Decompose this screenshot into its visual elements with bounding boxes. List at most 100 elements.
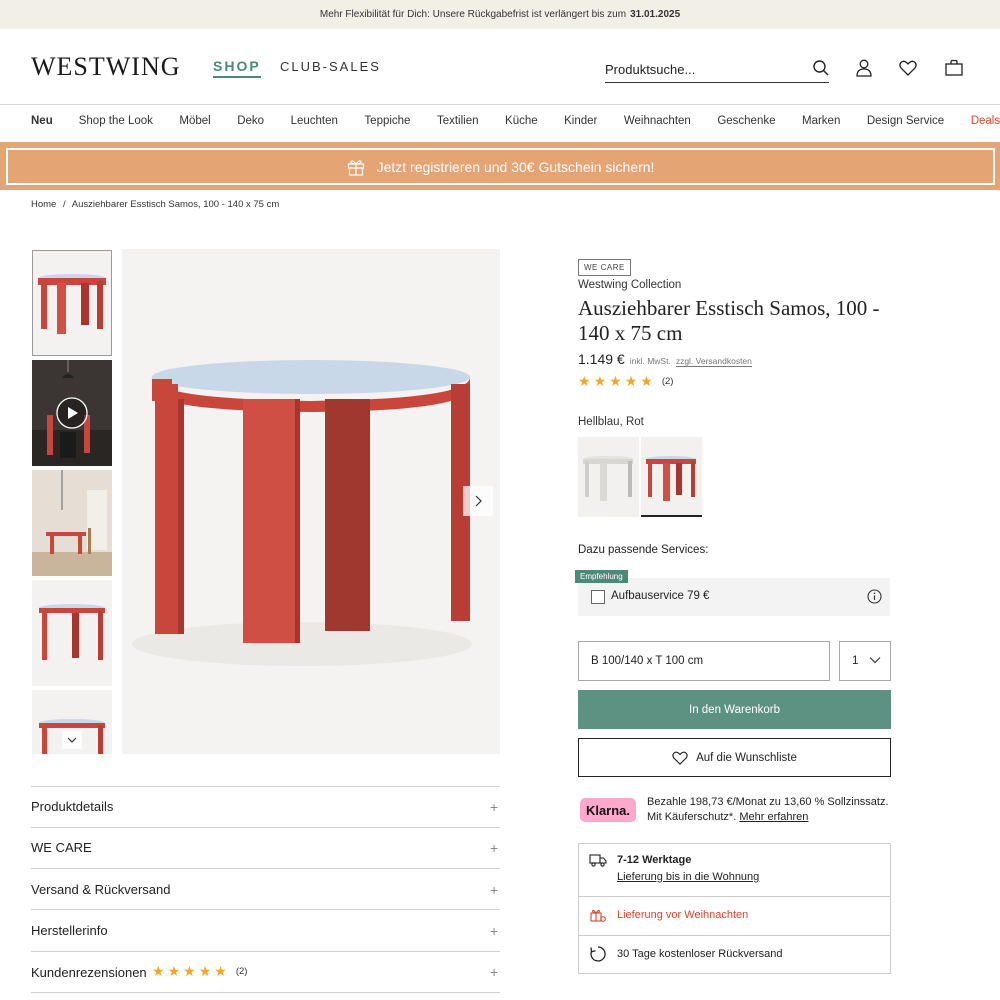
nav-item-marken[interactable]: Marken [802,115,840,127]
star-icon: ★ [609,373,622,389]
price-tax-note: inkl. MwSt. [629,356,671,366]
heart-icon [672,751,688,765]
announcement-date: 31.01.2025 [630,9,681,20]
recommendation-badge: Empfehlung [575,570,628,583]
white-table-swatch-image [583,456,633,501]
nav-item-leuchten[interactable]: Leuchten [291,115,338,127]
promo-banner-link[interactable]: Jetzt registrieren und 30€ Gutschein sic… [6,148,995,185]
add-to-cart-button[interactable]: In den Warenkorb [578,690,891,729]
delivery-divider [579,935,890,936]
thumbnail-3[interactable] [32,470,112,576]
nav-item-deals[interactable]: Deals [971,115,1000,127]
announcement-bar: Mehr Flexibilität für Dich: Unsere Rückg… [0,0,1000,29]
klarna-learn-more-link[interactable]: Mehr erfahren [739,811,808,823]
accordion-kundenrezensionen[interactable]: Kundenrezensionen [31,965,147,980]
westwing-logo[interactable]: WESTWING [31,52,181,82]
return-icon [590,946,606,962]
nav-item-textilien[interactable]: Textilien [437,115,479,127]
breadcrumb-home[interactable]: Home [31,199,56,210]
search-input[interactable]: Produktsuche... [605,56,829,83]
tab-shop[interactable]: SHOP [213,58,261,78]
product-brand[interactable]: Westwing Collection [578,279,681,291]
nav-item-kinder[interactable]: Kinder [564,115,597,127]
table-thumbnail-image [39,604,105,660]
plus-icon[interactable]: + [490,924,498,938]
klarna-info: Bezahle 198,73 €/Monat zu 13,60 % Sollzi… [647,795,897,825]
nav-item-neu[interactable]: Neu [31,115,53,127]
size-select[interactable]: B 100/140 x T 100 cm [578,641,830,681]
star-icon: ★ [167,963,181,979]
dining-table-image [132,360,472,666]
accordion-versand[interactable]: Versand & Rückversand [31,882,170,897]
star-icon: ★ [624,373,638,389]
accordion-divider [31,951,500,952]
delivery-time: 7-12 Werktage [617,854,692,866]
plus-icon[interactable]: + [490,965,498,979]
star-icon: ★ [214,963,227,979]
variant-swatch-red[interactable] [641,437,702,517]
accordion-divider [31,992,500,993]
main-nav: Neu Shop the Look Möbel Deko Leuchten Te… [31,115,1000,127]
variant-swatch-white[interactable] [578,437,639,517]
accordion-herstellerinfo[interactable]: Herstellerinfo [31,923,108,938]
search-icon[interactable] [813,60,829,76]
table-thumbnail-image [38,274,106,334]
nav-item-moebel[interactable]: Möbel [179,115,210,127]
accordion-divider [31,786,500,787]
truck-icon [589,854,607,867]
assembly-service-label[interactable]: Aufbauservice 79 € [611,590,709,602]
assembly-service-checkbox[interactable] [591,590,605,604]
delivery-details-link[interactable]: Lieferung bis in die Wohnung [617,871,759,883]
user-icon[interactable] [855,59,873,77]
price-row: 1.149 € inkl. MwSt. zzgl. Versandkosten [578,351,752,367]
product-rating[interactable]: ★ ★ ★ ★ ★ (2) [578,374,673,388]
main-product-image[interactable] [122,249,500,754]
thumbnail-1[interactable] [32,250,112,356]
chevron-down-icon[interactable] [62,731,82,749]
info-icon[interactable] [867,589,882,604]
variant-label: Hellblau, Rot [578,416,644,428]
plus-icon[interactable]: + [490,841,498,855]
plus-icon[interactable]: + [490,883,498,897]
returns-text: 30 Tage kostenloser Rückversand [617,948,783,960]
red-table-swatch-image [646,456,696,501]
next-image-button[interactable] [463,486,493,516]
breadcrumb-current: Ausziehbarer Esstisch Samos, 100 - 140 x… [71,199,280,210]
accordion-divider [31,909,500,910]
nav-item-weihnachten[interactable]: Weihnachten [624,115,691,127]
gift-delivery-icon [590,909,606,922]
nav-item-deko[interactable]: Deko [237,115,264,127]
klarna-logo: Klarna. [580,798,636,822]
star-icon: ★ [593,373,607,389]
star-icon: ★ [152,963,165,979]
chevron-right-icon [475,495,482,507]
breadcrumb-separator: / [62,199,66,210]
accordion-produktdetails[interactable]: Produktdetails [31,799,113,814]
star-icon: ★ [183,963,196,979]
plus-icon[interactable]: + [490,800,498,814]
thumbnail-4[interactable] [32,580,112,686]
tab-club-sales[interactable]: CLUB-SALES [280,59,381,74]
services-label: Dazu passende Services: [578,544,709,556]
play-icon[interactable] [56,397,88,429]
accordion-review-count: (2) [235,965,248,977]
nav-item-shop-the-look[interactable]: Shop the Look [79,115,153,127]
add-to-wishlist-button[interactable]: Auf die Wunschliste [578,738,891,777]
promo-text: Jetzt registrieren und 30€ Gutschein sic… [376,158,655,175]
breadcrumb: Home / Ausziehbarer Esstisch Samos, 100 … [31,199,279,210]
nav-item-kueche[interactable]: Küche [505,115,538,127]
announcement-text: Mehr Flexibilität für Dich: Unsere Rückg… [319,9,627,20]
accordion-we-care[interactable]: WE CARE [31,840,92,855]
cart-icon[interactable] [945,59,963,77]
nav-item-teppiche[interactable]: Teppiche [364,115,410,127]
shipping-costs-link[interactable]: zzgl. Versandkosten [675,356,752,367]
we-care-badge: WE CARE [578,259,631,276]
christmas-delivery-text: Lieferung vor Weihnachten [617,909,749,921]
quantity-select[interactable]: 1 [839,641,891,681]
product-title: Ausziehbarer Esstisch Samos, 100 - 140 x… [578,296,880,345]
nav-item-geschenke[interactable]: Geschenke [717,115,775,127]
delivery-divider [579,896,890,897]
nav-item-design-service[interactable]: Design Service [867,115,944,127]
accordion-rating: ★ ★ ★ ★ ★ (2) [152,964,247,978]
heart-icon[interactable] [899,59,917,77]
